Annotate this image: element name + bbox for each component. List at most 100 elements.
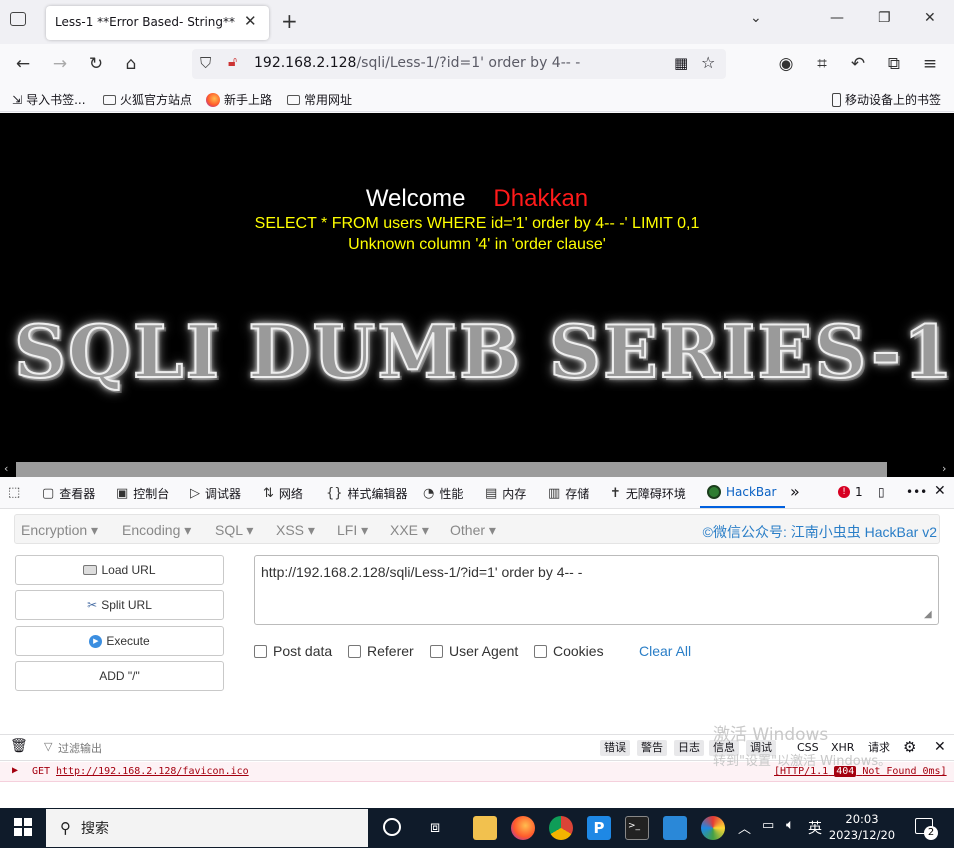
error-count-badge[interactable]: ! 1	[838, 485, 863, 499]
windows-start-icon[interactable]	[14, 818, 32, 836]
trash-icon[interactable]: 🗑︎	[10, 738, 28, 754]
menu-lfi[interactable]: LFI ▾	[337, 522, 368, 539]
resize-handle-icon[interactable]: ◢	[924, 609, 932, 620]
popout-icon[interactable]: ▯	[878, 485, 885, 499]
play-icon: ▶	[89, 634, 103, 648]
undo-icon[interactable]: ↶	[848, 54, 868, 74]
screenshot-icon[interactable]: ⌗	[812, 54, 832, 74]
star-icon[interactable]: ☆	[701, 53, 715, 72]
filter-output-input[interactable]: 过滤输出	[58, 740, 102, 756]
cookies-checkbox[interactable]: Cookies	[534, 643, 604, 659]
expand-arrow-icon[interactable]: ▶	[12, 765, 18, 776]
add-slash-button[interactable]: ADD "/"	[15, 661, 224, 691]
bookmark-firefox-site[interactable]: 火狐官方站点	[103, 91, 192, 108]
element-picker-icon[interactable]: ⬚	[8, 485, 20, 500]
scroll-right-icon[interactable]: ›	[942, 462, 946, 475]
close-window-icon[interactable]: ✕	[924, 10, 936, 26]
chevron-down-icon[interactable]: ⌄	[750, 10, 762, 26]
new-tab-icon[interactable]: +	[281, 9, 298, 33]
firefox-taskbar-icon[interactable]	[511, 816, 535, 840]
account-icon[interactable]: ◉	[776, 54, 796, 74]
settings-icon[interactable]: ⚙	[903, 738, 916, 756]
welcome-name: Dhakkan	[493, 185, 589, 212]
restore-icon[interactable]: ❐	[878, 10, 891, 26]
minimize-icon[interactable]: —	[830, 10, 844, 26]
taskbar-search[interactable]: ⚲ 搜索	[46, 809, 368, 847]
execute-button[interactable]: ▶ Execute	[15, 626, 224, 656]
filter-warnings[interactable]: 警告	[637, 740, 667, 756]
notification-count: 2	[924, 826, 938, 840]
memory-icon: ▤	[485, 486, 498, 501]
qr-code-icon[interactable]: ▦	[674, 54, 688, 72]
log-url[interactable]: http://192.168.2.128/favicon.ico	[56, 766, 249, 777]
forward-icon[interactable]: →	[50, 54, 70, 74]
extensions-icon[interactable]: ⧉	[884, 54, 904, 74]
more-tabs-icon[interactable]: »	[790, 482, 800, 501]
volume-icon[interactable]: 🔈︎	[786, 817, 794, 833]
bookmark-import[interactable]: ⇲ 导入书签...	[12, 91, 86, 108]
clear-all-link[interactable]: Clear All	[639, 643, 691, 659]
taskbar-clock[interactable]: 20:03 2023/12/20	[826, 811, 898, 843]
tab-network[interactable]: ⇅ 网络	[263, 485, 303, 502]
vscode-icon[interactable]	[663, 816, 687, 840]
close-console-icon[interactable]: ✕	[934, 739, 946, 755]
reload-icon[interactable]: ↻	[86, 54, 106, 74]
user-agent-checkbox[interactable]: User Agent	[430, 643, 518, 659]
menu-xss[interactable]: XSS ▾	[276, 522, 315, 539]
terminal-icon[interactable]: >_	[625, 816, 649, 840]
tab-accessibility[interactable]: ✝ 无障碍环境	[610, 485, 686, 502]
shield-icon[interactable]: ⛉	[200, 54, 211, 72]
split-url-button[interactable]: ✂ Split URL	[15, 590, 224, 620]
activation-watermark-title: 激活 Windows	[713, 725, 829, 745]
ime-indicator[interactable]: 英	[808, 818, 822, 838]
menu-sql[interactable]: SQL ▾	[215, 522, 253, 539]
sql-query-text: SELECT * FROM users WHERE id='1' order b…	[254, 215, 700, 232]
home-icon[interactable]: ⌂	[121, 54, 141, 74]
tab-hackbar[interactable]: HackBar	[707, 485, 776, 499]
tab-active[interactable]: Less-1 **Error Based- String** ✕	[46, 6, 269, 40]
menu-encryption[interactable]: Encryption ▾	[21, 522, 98, 539]
back-icon[interactable]: ←	[13, 54, 33, 74]
close-tab-icon[interactable]: ✕	[244, 12, 257, 30]
network-tray-icon[interactable]: ▭	[762, 818, 774, 833]
load-url-button[interactable]: Load URL	[15, 555, 224, 585]
more-options-icon[interactable]: •••	[906, 485, 927, 499]
filter-logs[interactable]: 日志	[674, 740, 704, 756]
insecure-lock-icon[interactable]: 🔓︎	[228, 54, 237, 70]
tab-style-editor[interactable]: {} 样式编辑器	[326, 485, 408, 502]
tab-inspector[interactable]: ▢ 查看器	[42, 485, 95, 502]
chrome-icon[interactable]	[549, 816, 573, 840]
cortana-icon[interactable]	[383, 818, 401, 836]
file-explorer-icon[interactable]	[473, 816, 497, 840]
error-icon: !	[838, 486, 850, 498]
bookmark-getting-started[interactable]: 新手上路	[206, 91, 272, 108]
navigation-bar: ← → ↻ ⌂ ⛉ 🔓︎ 192.168.2.128/sqli/Less-1/?…	[0, 44, 954, 86]
hackbar-url-input[interactable]: http://192.168.2.128/sqli/Less-1/?id=1' …	[254, 555, 939, 625]
tab-performance[interactable]: ◔ 性能	[423, 485, 463, 502]
tab-console[interactable]: ▣ 控制台	[116, 485, 169, 502]
hackbar-menu: Encryption ▾ Encoding ▾ SQL ▾ XSS ▾ LFI …	[14, 514, 940, 544]
menu-other[interactable]: Other ▾	[450, 522, 496, 539]
menu-xxe[interactable]: XXE ▾	[390, 522, 429, 539]
colorful-app-icon[interactable]	[701, 816, 725, 840]
tab-list-icon[interactable]	[10, 12, 26, 26]
task-view-icon[interactable]: ⧈	[430, 817, 440, 837]
bookmark-common-sites[interactable]: 常用网址	[287, 91, 352, 108]
url-text[interactable]: 192.168.2.128/sqli/Less-1/?id=1' order b…	[254, 55, 580, 71]
bookmark-mobile[interactable]: 移动设备上的书签	[832, 91, 941, 108]
menu-icon[interactable]: ≡	[920, 54, 940, 74]
tray-chevron-icon[interactable]: ︿	[738, 818, 751, 837]
hackbar-icon	[707, 485, 721, 499]
scrollbar-thumb[interactable]	[16, 462, 887, 477]
referer-checkbox[interactable]: Referer	[348, 643, 414, 659]
menu-encoding[interactable]: Encoding ▾	[122, 522, 191, 539]
scroll-left-icon[interactable]: ‹	[4, 462, 8, 475]
p-app-icon[interactable]: P	[587, 816, 611, 840]
tab-storage[interactable]: ▥ 存储	[548, 485, 589, 502]
url-bar[interactable]: ⛉ 🔓︎ 192.168.2.128/sqli/Less-1/?id=1' or…	[192, 49, 726, 79]
tab-memory[interactable]: ▤ 内存	[485, 485, 526, 502]
post-data-checkbox[interactable]: Post data	[254, 643, 332, 659]
tab-debugger[interactable]: ▷ 调试器	[190, 485, 241, 502]
filter-errors[interactable]: 错误	[600, 740, 630, 756]
close-devtools-icon[interactable]: ✕	[934, 483, 946, 499]
